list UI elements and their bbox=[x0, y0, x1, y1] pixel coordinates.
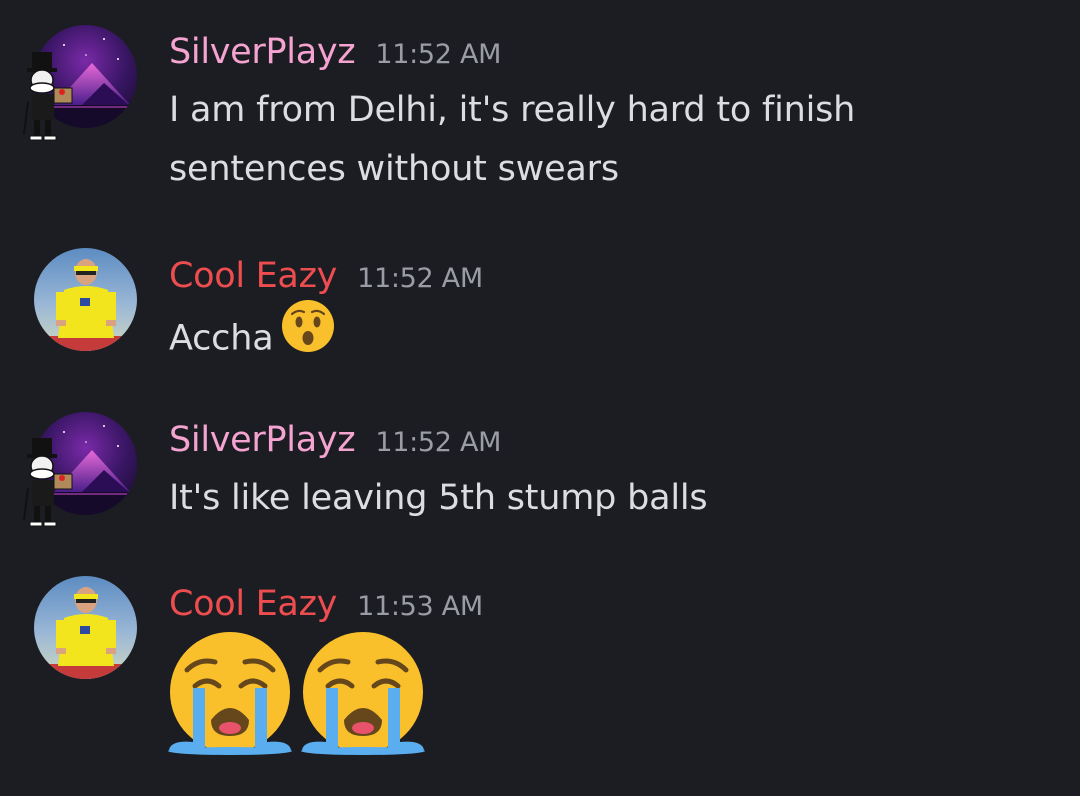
hushed-face-emoji-icon bbox=[281, 299, 335, 372]
username[interactable]: SilverPlayz bbox=[169, 32, 356, 72]
message-content: Accha bbox=[169, 318, 274, 359]
cricketer-image bbox=[34, 248, 137, 351]
message-text: Accha bbox=[169, 300, 1049, 376]
avatar[interactable] bbox=[34, 576, 137, 679]
message-text: It's like leaving 5th stump balls bbox=[169, 478, 708, 518]
timestamp: 11:52 AM bbox=[375, 39, 502, 70]
username[interactable]: Cool Eazy bbox=[169, 584, 337, 624]
loudly-crying-face-emoji-icon bbox=[298, 630, 428, 762]
monopoly-mascot-icon bbox=[18, 438, 76, 528]
message-header: Cool Eazy 11:52 AM bbox=[169, 256, 483, 302]
jumbo-emoji-row bbox=[165, 630, 445, 760]
message-header: Cool Eazy 11:53 AM bbox=[169, 584, 483, 630]
cricketer-image bbox=[34, 576, 137, 679]
timestamp: 11:52 AM bbox=[357, 263, 483, 294]
chat-messages: SilverPlayz 11:52 AM I am from Delhi, it… bbox=[0, 0, 1080, 796]
message-line: I am from Delhi, it's really hard to fin… bbox=[169, 90, 856, 130]
message-header: SilverPlayz 11:52 AM bbox=[169, 32, 501, 78]
username[interactable]: Cool Eazy bbox=[169, 256, 337, 296]
loudly-crying-face-emoji-icon bbox=[165, 630, 295, 762]
username[interactable]: SilverPlayz bbox=[169, 420, 356, 460]
timestamp: 11:53 AM bbox=[357, 591, 483, 622]
message-line: sentences without swears bbox=[169, 149, 619, 189]
timestamp: 11:52 AM bbox=[375, 427, 502, 458]
message-header: SilverPlayz 11:52 AM bbox=[169, 420, 501, 466]
monopoly-mascot-icon bbox=[18, 52, 76, 142]
message-text: I am from Delhi, it's really hard to fin… bbox=[169, 81, 1049, 199]
avatar[interactable] bbox=[34, 248, 137, 351]
